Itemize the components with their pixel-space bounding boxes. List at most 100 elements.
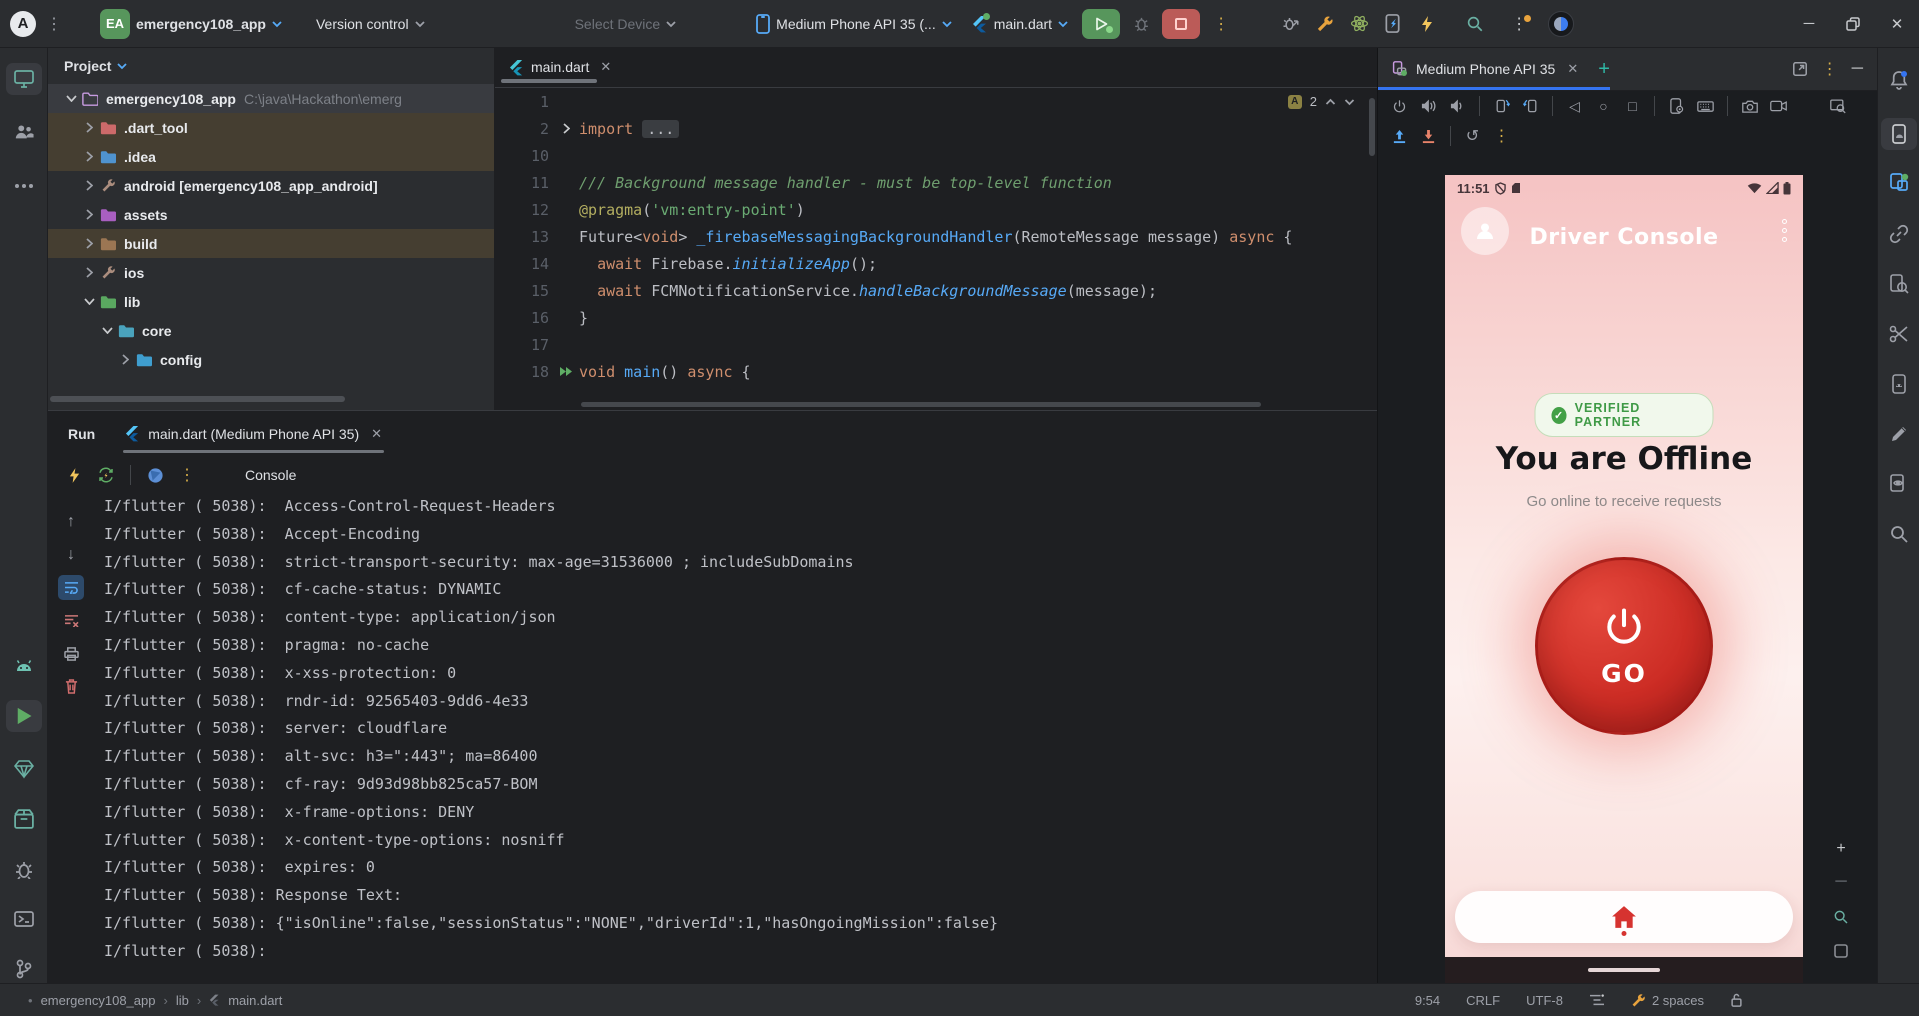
chevron-down-icon[interactable] <box>80 298 98 305</box>
notifications-bell-icon[interactable] <box>1881 64 1917 96</box>
editor-vertical-scrollbar[interactable] <box>1369 98 1375 156</box>
project-view-dropdown[interactable] <box>117 62 128 70</box>
select-device-dropdown[interactable]: Select Device <box>565 9 687 39</box>
new-tab-icon[interactable]: + <box>1598 58 1610 81</box>
rotate-right-icon[interactable] <box>1517 94 1544 118</box>
volume-up-icon[interactable] <box>1415 94 1442 118</box>
code-line-14[interactable]: 14 await Firebase.initializeApp(); <box>495 250 1377 277</box>
zoom-mode-button[interactable] <box>1828 904 1854 930</box>
tree-item-emergency108-app[interactable]: emergency108_app C:\java\Hackathon\emerg <box>48 84 494 113</box>
restore-window-button[interactable] <box>1831 0 1875 48</box>
tree-item--dart-tool[interactable]: .dart_tool <box>48 113 494 142</box>
more-run-actions-button[interactable]: ⋮ <box>1204 9 1238 39</box>
more-tools-icon[interactable] <box>6 170 42 202</box>
stop-button[interactable] <box>1162 8 1201 39</box>
profile-avatar[interactable] <box>1544 9 1578 39</box>
run-button[interactable] <box>1082 8 1121 39</box>
run-options-menu[interactable]: ⋮ <box>173 462 201 488</box>
code-line-16[interactable]: 16} <box>495 304 1377 331</box>
close-run-tab-icon[interactable]: ✕ <box>371 426 382 442</box>
logcat-android-icon[interactable] <box>6 650 42 682</box>
tree-item-build[interactable]: build <box>48 229 494 258</box>
go-online-button[interactable]: GO <box>1535 557 1713 735</box>
settings-menu-button[interactable]: ⋮ <box>1502 9 1536 39</box>
minimize-window-button[interactable]: ─ <box>1787 0 1831 48</box>
driver-avatar[interactable] <box>1461 207 1509 255</box>
soft-wrap-icon[interactable] <box>58 575 84 600</box>
prev-problem-icon[interactable] <box>1325 98 1336 106</box>
keyboard-icon[interactable] <box>1692 94 1719 118</box>
console-tab-label[interactable]: Console <box>245 467 296 483</box>
device-dropdown[interactable]: Medium Phone API 35 (... <box>746 9 962 39</box>
code-line-12[interactable]: 12 @pragma('vm:entry-point') <box>495 196 1377 223</box>
code-line-2[interactable]: 2 import ... <box>495 115 1377 142</box>
file-encoding[interactable]: UTF-8 <box>1526 993 1563 1008</box>
open-in-window-icon[interactable] <box>1792 61 1808 77</box>
chevron-right-icon[interactable] <box>80 267 98 278</box>
tree-item-assets[interactable]: assets <box>48 200 494 229</box>
app-menu-icon[interactable] <box>1782 219 1787 242</box>
device-mirror-icon[interactable] <box>1376 9 1410 39</box>
breadcrumb[interactable]: • emergency108_app › lib › main.dart <box>0 993 282 1008</box>
emulator-phone-icon[interactable] <box>1881 368 1917 400</box>
volume-down-icon[interactable] <box>1444 94 1471 118</box>
device-settings-icon[interactable] <box>1663 94 1690 118</box>
code-line-10[interactable]: 10 <box>495 142 1377 169</box>
phone-bottom-nav[interactable] <box>1455 891 1793 943</box>
chevron-right-icon[interactable] <box>80 209 98 220</box>
editor-horizontal-scrollbar[interactable] <box>581 402 1261 407</box>
running-devices-icon[interactable] <box>1880 118 1917 150</box>
delete-icon[interactable] <box>58 674 84 699</box>
chevron-right-icon[interactable] <box>80 122 98 133</box>
run-config-dropdown[interactable]: main.dart <box>962 9 1078 39</box>
reset-icon[interactable]: ↺ <box>1459 124 1486 148</box>
next-problem-icon[interactable] <box>1344 98 1355 106</box>
chevron-down-icon[interactable] <box>62 95 80 102</box>
run-main-icon[interactable] <box>553 366 579 377</box>
download-icon[interactable] <box>1415 124 1442 148</box>
project-widget[interactable]: EA emergency108_app <box>90 8 292 39</box>
git-branch-icon[interactable] <box>6 953 42 985</box>
profiler-scissors-icon[interactable] <box>1881 318 1917 350</box>
lock-icon[interactable] <box>1730 993 1743 1007</box>
caret-position[interactable]: 9:54 <box>1415 993 1440 1008</box>
hot-reload-icon[interactable] <box>60 462 88 488</box>
chevron-right-icon[interactable] <box>116 354 134 365</box>
vcs-widget[interactable]: Version control <box>306 9 435 39</box>
tree-item-config[interactable]: config <box>48 345 494 374</box>
gemini-pencil-icon[interactable] <box>1881 418 1917 450</box>
device-manager-icon[interactable] <box>1881 166 1917 198</box>
emulator-phone-screen[interactable]: 11:51 Driver Console ✓ VERIFIED PARTNER <box>1445 175 1803 983</box>
layout-inspector-icon[interactable] <box>1881 468 1917 500</box>
console-output[interactable]: I/flutter ( 5038): Access-Control-Reques… <box>104 497 1357 970</box>
search-everywhere-icon[interactable] <box>1458 9 1492 39</box>
indent-style-icon[interactable] <box>1589 993 1605 1007</box>
close-window-button[interactable]: ✕ <box>1875 0 1919 48</box>
code-line-13[interactable]: 13 Future<void> _firebaseMessagingBackgro… <box>495 223 1377 250</box>
scroll-up-icon[interactable]: ↑ <box>58 509 84 534</box>
emulator-options-menu[interactable]: ⋮ <box>1488 124 1515 148</box>
back-button-icon[interactable]: ◁ <box>1561 94 1588 118</box>
code-line-15[interactable]: 15 await FCMNotificationService.handleBa… <box>495 277 1377 304</box>
chevron-down-icon[interactable] <box>98 327 116 334</box>
attach-debugger-icon[interactable] <box>1274 9 1308 39</box>
code-line-1[interactable]: 1 <box>495 88 1377 115</box>
close-tab-icon[interactable]: ✕ <box>600 59 611 75</box>
zoom-out-button[interactable]: ─ <box>1828 869 1854 895</box>
build-package-icon[interactable] <box>6 803 42 835</box>
tree-item-android-emergency108-app-android-[interactable]: android [emergency108_app_android] <box>48 171 494 200</box>
code-line-18[interactable]: 18 void main() async { <box>495 358 1377 385</box>
overview-button-icon[interactable]: □ <box>1619 94 1646 118</box>
find-usages-search-icon[interactable] <box>1881 518 1917 550</box>
hot-restart-icon[interactable] <box>92 462 120 488</box>
print-icon[interactable] <box>58 641 84 666</box>
rotate-left-icon[interactable] <box>1488 94 1515 118</box>
line-separator[interactable]: CRLF <box>1466 993 1500 1008</box>
tree-item-lib[interactable]: lib <box>48 287 494 316</box>
power-icon[interactable] <box>1386 94 1413 118</box>
hide-panel-icon[interactable]: ─ <box>1852 60 1863 78</box>
problems-bug-icon[interactable] <box>6 853 42 885</box>
run-play-icon[interactable] <box>5 700 42 732</box>
sdk-manager-wrench-icon[interactable] <box>1308 9 1342 39</box>
emulator-tab[interactable]: Medium Phone API 35 ✕ <box>1378 48 1588 91</box>
